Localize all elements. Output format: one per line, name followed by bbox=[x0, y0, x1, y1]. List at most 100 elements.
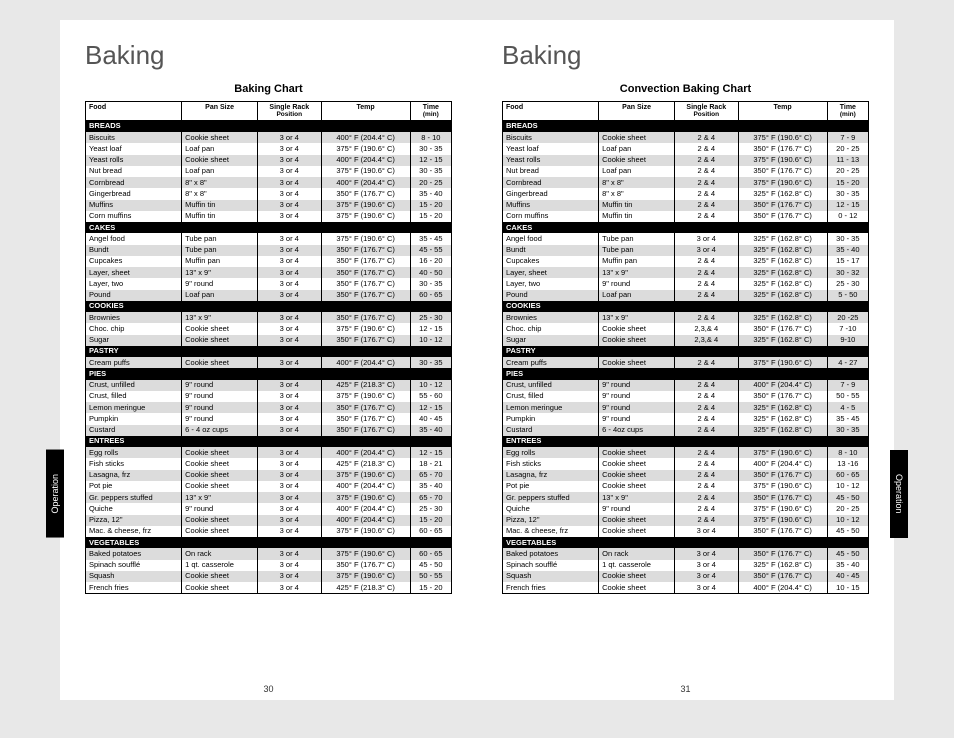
table-row: Angel foodTube pan3 or 4325° F (162.8° C… bbox=[503, 233, 869, 244]
cell-pan: Muffin tin bbox=[599, 211, 675, 222]
table-row: Spinach soufflé1 qt. casserole3 or 4350°… bbox=[86, 560, 452, 571]
cell-temp: 350° F (176.7° C) bbox=[321, 278, 410, 289]
cell-time: 5 - 50 bbox=[827, 290, 868, 301]
cell-temp: 375° F (190.6° C) bbox=[321, 166, 410, 177]
cell-pan: Muffin tin bbox=[599, 200, 675, 211]
cell-temp: 350° F (176.7° C) bbox=[738, 200, 827, 211]
table-row: BundtTube pan3 or 4325° F (162.8° C)35 -… bbox=[503, 245, 869, 256]
cell-food: Mac. & cheese, frz bbox=[86, 526, 182, 537]
cell-food: Angel food bbox=[503, 233, 599, 244]
cell-time: 18 - 21 bbox=[410, 458, 451, 469]
cell-pan: Cookie sheet bbox=[599, 526, 675, 537]
cell-temp: 350° F (176.7° C) bbox=[321, 413, 410, 424]
category-row: PASTRY bbox=[86, 346, 452, 357]
category-label: PIES bbox=[503, 368, 869, 379]
category-label: ENTREES bbox=[86, 436, 452, 447]
cell-pan: Cookie sheet bbox=[182, 155, 258, 166]
cell-food: Layer, two bbox=[86, 278, 182, 289]
category-row: BREADS bbox=[503, 120, 869, 132]
cell-rack: 3 or 4 bbox=[258, 290, 322, 301]
page-spread: Baking Baking Chart Food Pan Size Single… bbox=[0, 0, 954, 738]
table-row: BiscuitsCookie sheet3 or 4400° F (204.4°… bbox=[86, 132, 452, 143]
cell-rack: 2 & 4 bbox=[675, 458, 739, 469]
cell-pan: 1 qt. casserole bbox=[599, 560, 675, 571]
cell-time: 35 - 40 bbox=[410, 425, 451, 436]
cell-rack: 2 & 4 bbox=[675, 492, 739, 503]
cell-food: Gr. peppers stuffed bbox=[503, 492, 599, 503]
page-right: Baking Convection Baking Chart Food Pan … bbox=[477, 20, 894, 700]
cell-rack: 3 or 4 bbox=[258, 380, 322, 391]
cell-pan: Tube pan bbox=[182, 245, 258, 256]
cell-temp: 375° F (190.6° C) bbox=[738, 503, 827, 514]
cell-temp: 350° F (176.7° C) bbox=[738, 492, 827, 503]
cell-pan: 8" x 8" bbox=[182, 188, 258, 199]
cell-pan: 9" round bbox=[182, 278, 258, 289]
cell-food: Squash bbox=[86, 571, 182, 582]
cell-food: Lasagna, frz bbox=[86, 470, 182, 481]
cell-pan: 9" round bbox=[182, 413, 258, 424]
cell-rack: 2 & 4 bbox=[675, 380, 739, 391]
cell-temp: 350° F (176.7° C) bbox=[321, 188, 410, 199]
cell-time: 20 - 25 bbox=[827, 143, 868, 154]
cell-rack: 3 or 4 bbox=[675, 526, 739, 537]
chart-title-left: Baking Chart bbox=[85, 83, 452, 95]
table-row: Fish sticksCookie sheet3 or 4425° F (218… bbox=[86, 458, 452, 469]
cell-rack: 3 or 4 bbox=[675, 245, 739, 256]
cell-pan: Cookie sheet bbox=[599, 515, 675, 526]
cell-rack: 3 or 4 bbox=[258, 425, 322, 436]
cell-temp: 400° F (204.4° C) bbox=[321, 447, 410, 458]
table-row: BundtTube pan3 or 4350° F (176.7° C)45 -… bbox=[86, 245, 452, 256]
cell-time: 40 - 45 bbox=[410, 413, 451, 424]
cell-rack: 3 or 4 bbox=[675, 548, 739, 559]
table-row: Custard6 - 4 oz cups3 or 4350° F (176.7°… bbox=[86, 425, 452, 436]
cell-food: Choc. chip bbox=[503, 323, 599, 334]
cell-food: Lemon meringue bbox=[86, 402, 182, 413]
cell-pan: Cookie sheet bbox=[599, 323, 675, 334]
cell-temp: 350° F (176.7° C) bbox=[321, 560, 410, 571]
cell-pan: Cookie sheet bbox=[599, 447, 675, 458]
cell-time: 65 - 70 bbox=[410, 470, 451, 481]
cell-pan: Muffin tin bbox=[182, 211, 258, 222]
cell-pan: Cookie sheet bbox=[599, 481, 675, 492]
cell-temp: 350° F (176.7° C) bbox=[738, 571, 827, 582]
cell-time: 65 - 70 bbox=[410, 492, 451, 503]
cell-food: Pumpkin bbox=[503, 413, 599, 424]
table-row: Spinach soufflé1 qt. casserole3 or 4325°… bbox=[503, 560, 869, 571]
cell-time: 45 - 50 bbox=[827, 526, 868, 537]
cell-time: 30 - 35 bbox=[827, 233, 868, 244]
cell-temp: 400° F (204.4° C) bbox=[321, 481, 410, 492]
cell-time: 20 -25 bbox=[827, 312, 868, 323]
cell-temp: 375° F (190.6° C) bbox=[321, 391, 410, 402]
cell-temp: 325° F (162.8° C) bbox=[738, 278, 827, 289]
cell-pan: Cookie sheet bbox=[182, 481, 258, 492]
cell-rack: 2 & 4 bbox=[675, 188, 739, 199]
cell-food: Pot pie bbox=[503, 481, 599, 492]
category-row: COOKIES bbox=[503, 301, 869, 312]
cell-temp: 325° F (162.8° C) bbox=[738, 413, 827, 424]
cell-rack: 2 & 4 bbox=[675, 132, 739, 143]
cell-pan: 8" x 8" bbox=[182, 177, 258, 188]
cell-time: 10 - 12 bbox=[827, 481, 868, 492]
cell-time: 30 - 35 bbox=[410, 143, 451, 154]
cell-rack: 3 or 4 bbox=[258, 323, 322, 334]
col-food: Food bbox=[86, 102, 182, 121]
cell-temp: 325° F (162.8° C) bbox=[738, 188, 827, 199]
table-row: Gr. peppers stuffed13" x 9"2 & 4350° F (… bbox=[503, 492, 869, 503]
table-row: MuffinsMuffin tin2 & 4350° F (176.7° C)1… bbox=[503, 200, 869, 211]
cell-rack: 3 or 4 bbox=[258, 571, 322, 582]
cell-food: Fish sticks bbox=[503, 458, 599, 469]
table-row: Egg rollsCookie sheet3 or 4400° F (204.4… bbox=[86, 447, 452, 458]
cell-rack: 2 & 4 bbox=[675, 177, 739, 188]
table-row: Quiche9" round3 or 4400° F (204.4° C)25 … bbox=[86, 503, 452, 514]
table-row: Layer, sheet13" x 9"3 or 4350° F (176.7°… bbox=[86, 267, 452, 278]
table-row: SquashCookie sheet3 or 4350° F (176.7° C… bbox=[503, 571, 869, 582]
cell-time: 7 - 9 bbox=[827, 380, 868, 391]
table-row: BiscuitsCookie sheet2 & 4375° F (190.6° … bbox=[503, 132, 869, 143]
table-row: Yeast rollsCookie sheet3 or 4400° F (204… bbox=[86, 155, 452, 166]
table-row: PoundLoaf pan2 & 4325° F (162.8° C)5 - 5… bbox=[503, 290, 869, 301]
table-row: Fish sticksCookie sheet2 & 4400° F (204.… bbox=[503, 458, 869, 469]
table-row: SugarCookie sheet2,3,& 4325° F (162.8° C… bbox=[503, 335, 869, 346]
page-number-left: 30 bbox=[60, 684, 477, 694]
cell-temp: 425° F (218.3° C) bbox=[321, 458, 410, 469]
cell-pan: 9" round bbox=[599, 413, 675, 424]
